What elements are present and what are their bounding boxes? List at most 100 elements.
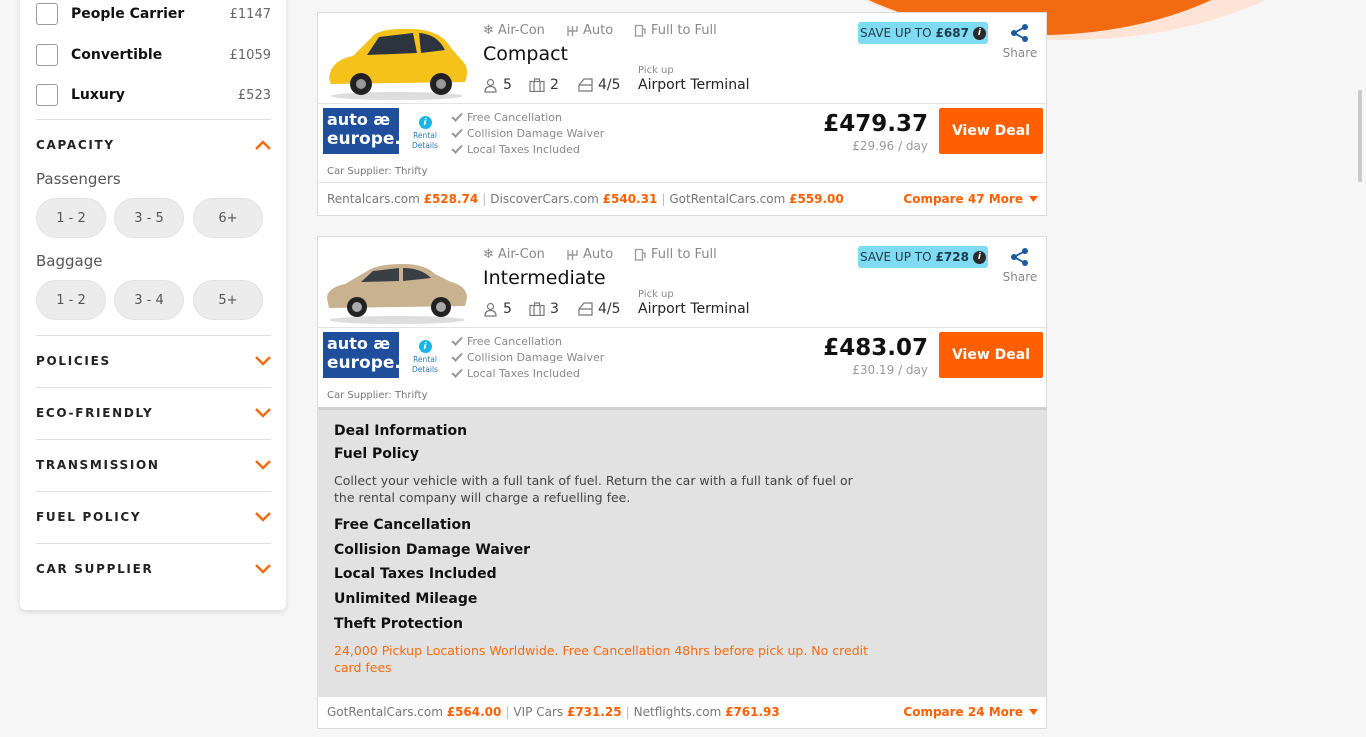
passenger-option[interactable]: 3 - 5	[114, 198, 184, 238]
share-button[interactable]: Share	[1000, 23, 1040, 60]
page-scrollbar[interactable]	[1358, 90, 1362, 182]
inclusion-item: Collision Damage Waiver	[451, 349, 604, 365]
compare-site[interactable]: DiscoverCars.com	[490, 192, 599, 206]
snowflake-icon: ❄	[483, 23, 494, 38]
chevron-down-icon[interactable]	[255, 564, 271, 574]
rental-details-label: Details	[411, 365, 438, 374]
caret-down-icon	[1029, 709, 1038, 715]
share-button[interactable]: Share	[1000, 247, 1040, 284]
rental-details-label: Details	[411, 141, 438, 150]
person-icon	[484, 78, 497, 93]
inclusion-label: Free Cancellation	[467, 334, 562, 348]
deal-feature: Free Cancellation	[334, 517, 472, 533]
info-icon[interactable]: i	[972, 26, 986, 40]
rental-details-label: Rental	[413, 131, 437, 140]
divider	[36, 119, 271, 120]
checkbox[interactable]	[36, 84, 58, 106]
compare-price: £559.00	[789, 192, 844, 206]
checkmark-icon	[451, 336, 463, 346]
checkbox[interactable]	[36, 3, 58, 25]
savings-amount: £728	[935, 250, 969, 264]
fuel-pump-icon	[634, 248, 646, 261]
transmission-section-header[interactable]: TRANSMISSION	[36, 458, 271, 472]
car-type-option[interactable]: Luxury £523	[36, 82, 271, 108]
car-type-label: Luxury	[71, 87, 125, 103]
compare-site[interactable]: VIP Cars	[513, 705, 563, 719]
savings-badge[interactable]: SAVE UP TO £728 i	[858, 246, 988, 268]
chevron-up-icon[interactable]	[255, 140, 271, 150]
capacity-section-header[interactable]: CAPACITY	[36, 138, 271, 152]
price-per-day: £29.96 / day	[852, 139, 928, 153]
compare-site[interactable]: GotRentalCars.com	[669, 192, 785, 206]
compare-more-link[interactable]: Compare 47 More	[903, 192, 1038, 206]
baggage-option[interactable]: 1 - 2	[36, 280, 106, 320]
policies-section-header[interactable]: POLICIES	[36, 354, 271, 368]
passengers-label: Passengers	[36, 170, 121, 188]
passenger-option[interactable]: 1 - 2	[36, 198, 106, 238]
section-title: ECO-FRIENDLY	[36, 406, 154, 420]
info-icon[interactable]: i	[972, 250, 986, 264]
pickup-label: Pick up	[638, 65, 674, 76]
share-label: Share	[1002, 270, 1038, 284]
compare-offers: Rentalcars.com £528.74 | DiscoverCars.com …	[327, 192, 844, 206]
car-type-option[interactable]: Convertible £1059	[36, 42, 271, 68]
door-count: 4/5	[598, 77, 621, 93]
checkmark-icon	[451, 112, 463, 122]
compare-site[interactable]: GotRentalCars.com	[327, 705, 443, 719]
car-category-title: Compact	[483, 43, 568, 65]
supplier-logo: auto æ europe.	[323, 108, 401, 154]
divider	[36, 491, 271, 492]
baggage-option[interactable]: 3 - 4	[114, 280, 184, 320]
savings-prefix: SAVE UP TO	[860, 26, 932, 40]
inclusion-item: Collision Damage Waiver	[451, 125, 604, 141]
view-deal-button[interactable]: View Deal	[939, 332, 1043, 378]
supplier-logo: auto æ europe.	[323, 332, 401, 378]
price-per-day: £30.19 / day	[852, 363, 928, 377]
passenger-option[interactable]: 6+	[193, 198, 263, 238]
chevron-down-icon[interactable]	[255, 512, 271, 522]
savings-prefix: SAVE UP TO	[860, 250, 932, 264]
rental-details-link[interactable]: i Rental Details	[410, 340, 440, 375]
aircon-feature: ❄ Air-Con	[483, 247, 545, 262]
deal-feature: Theft Protection	[334, 616, 464, 632]
baggage-option[interactable]: 5+	[193, 280, 263, 320]
inclusion-item: Local Taxes Included	[451, 365, 604, 381]
car-image	[329, 28, 467, 100]
chevron-down-icon[interactable]	[255, 460, 271, 470]
info-icon: i	[418, 116, 432, 129]
inclusion-label: Collision Damage Waiver	[467, 126, 605, 140]
car-supplier: Car Supplier: Thrifty	[327, 390, 428, 401]
fuel-policy-section-header[interactable]: FUEL POLICY	[36, 510, 271, 524]
checkmark-icon	[451, 144, 463, 154]
car-supplier-section-header[interactable]: CAR SUPPLIER	[36, 562, 271, 576]
fuel-policy-title: Fuel Policy	[334, 446, 419, 462]
rental-details-link[interactable]: i Rental Details	[410, 116, 440, 151]
car-type-option[interactable]: People Carrier £1147	[36, 1, 271, 27]
eco-friendly-section-header[interactable]: ECO-FRIENDLY	[36, 406, 271, 420]
chevron-down-icon[interactable]	[255, 356, 271, 366]
feature-label: Auto	[583, 247, 614, 262]
inclusion-item: Free Cancellation	[451, 333, 604, 349]
inclusion-item: Local Taxes Included	[451, 141, 604, 157]
compare-price: £528.74	[423, 192, 479, 206]
checkmark-icon	[451, 368, 463, 378]
logo-text: europe.	[327, 129, 401, 149]
suitcase-icon	[529, 302, 545, 316]
car-type-price: £1059	[229, 47, 271, 63]
rental-details-label: Rental	[413, 355, 437, 364]
gear-shift-icon	[567, 25, 578, 36]
compare-more-link[interactable]: Compare 24 More	[903, 705, 1038, 719]
pickup-label: Pick up	[638, 289, 674, 300]
checkbox[interactable]	[36, 44, 58, 66]
view-deal-button[interactable]: View Deal	[939, 108, 1043, 154]
compare-site[interactable]: Rentalcars.com	[327, 192, 420, 206]
deal-feature: Collision Damage Waiver	[334, 542, 531, 558]
bag-spec: 2	[529, 77, 559, 93]
chevron-down-icon[interactable]	[255, 408, 271, 418]
total-price: £483.07	[823, 335, 928, 361]
gear-shift-icon	[567, 249, 578, 260]
deal-info-title: Deal Information	[334, 423, 468, 439]
compare-site[interactable]: Netflights.com	[634, 705, 722, 719]
savings-badge[interactable]: SAVE UP TO £687 i	[858, 22, 988, 44]
section-title: CAPACITY	[36, 138, 115, 152]
